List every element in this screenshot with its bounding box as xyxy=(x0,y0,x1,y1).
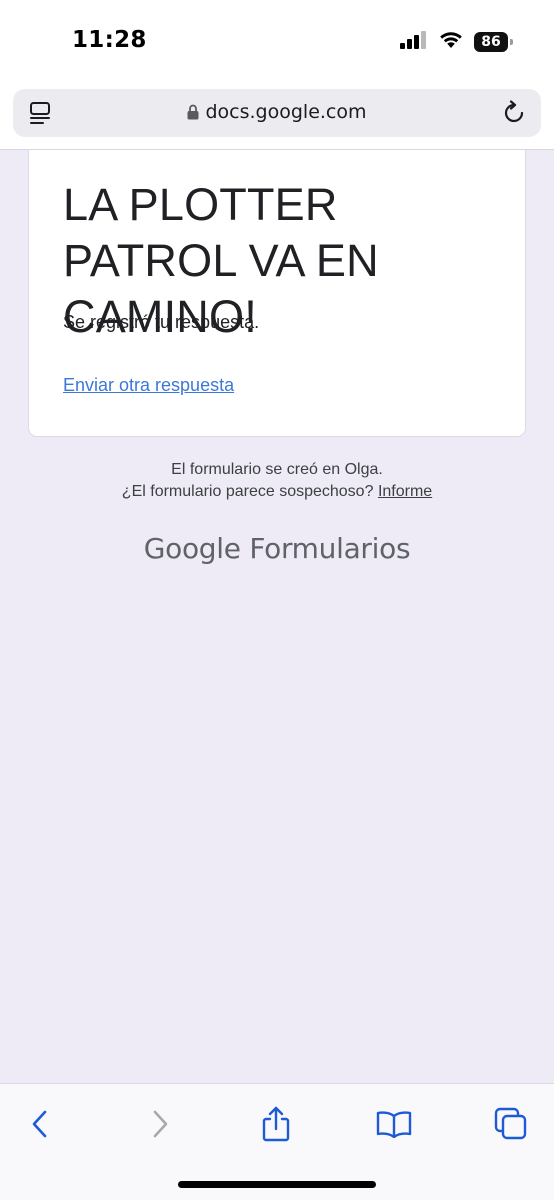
screen: 11:28 86 docs.google.com LA PLOTTER PATR… xyxy=(0,0,554,1200)
report-link[interactable]: Informe xyxy=(378,483,432,500)
back-button[interactable] xyxy=(18,1104,62,1148)
home-indicator[interactable] xyxy=(178,1181,376,1188)
tabs-icon xyxy=(494,1107,528,1146)
share-button[interactable] xyxy=(254,1104,298,1148)
browser-address-area: docs.google.com xyxy=(0,80,554,150)
google-forms-logo[interactable]: Google Formularios xyxy=(0,532,554,565)
reload-icon[interactable] xyxy=(501,100,527,131)
signal-icon xyxy=(400,30,428,54)
wifi-icon xyxy=(438,30,464,54)
submit-another-response-link[interactable]: Enviar otra respuesta xyxy=(63,375,234,396)
share-icon xyxy=(260,1106,292,1147)
report-abuse-line: ¿El formulario parece sospechoso? Inform… xyxy=(0,483,554,501)
tabs-button[interactable] xyxy=(489,1104,533,1148)
url-display[interactable]: docs.google.com xyxy=(13,101,541,125)
url-text: docs.google.com xyxy=(205,101,367,123)
bookmarks-button[interactable] xyxy=(372,1104,416,1148)
bookmarks-icon xyxy=(376,1110,412,1143)
back-icon xyxy=(30,1109,50,1144)
forward-button[interactable] xyxy=(138,1104,182,1148)
brand-google: Google xyxy=(143,532,241,565)
address-bar[interactable]: docs.google.com xyxy=(13,89,541,137)
battery-icon: 86 xyxy=(474,32,513,52)
status-bar: 11:28 86 xyxy=(0,0,554,80)
forward-icon xyxy=(150,1109,170,1144)
status-time: 11:28 xyxy=(72,27,147,53)
lock-icon xyxy=(187,103,199,125)
suspicious-prompt: ¿El formulario parece sospechoso? xyxy=(121,483,374,500)
form-created-note: El formulario se creó en Olga. xyxy=(171,461,383,478)
status-icons: 86 xyxy=(400,30,513,54)
brand-product: Formularios xyxy=(249,532,411,565)
confirmation-message: Se registró tu respuesta. xyxy=(63,312,260,332)
form-confirmation-card: LA PLOTTER PATROL VA EN CAMINO! Se regis… xyxy=(28,150,526,437)
